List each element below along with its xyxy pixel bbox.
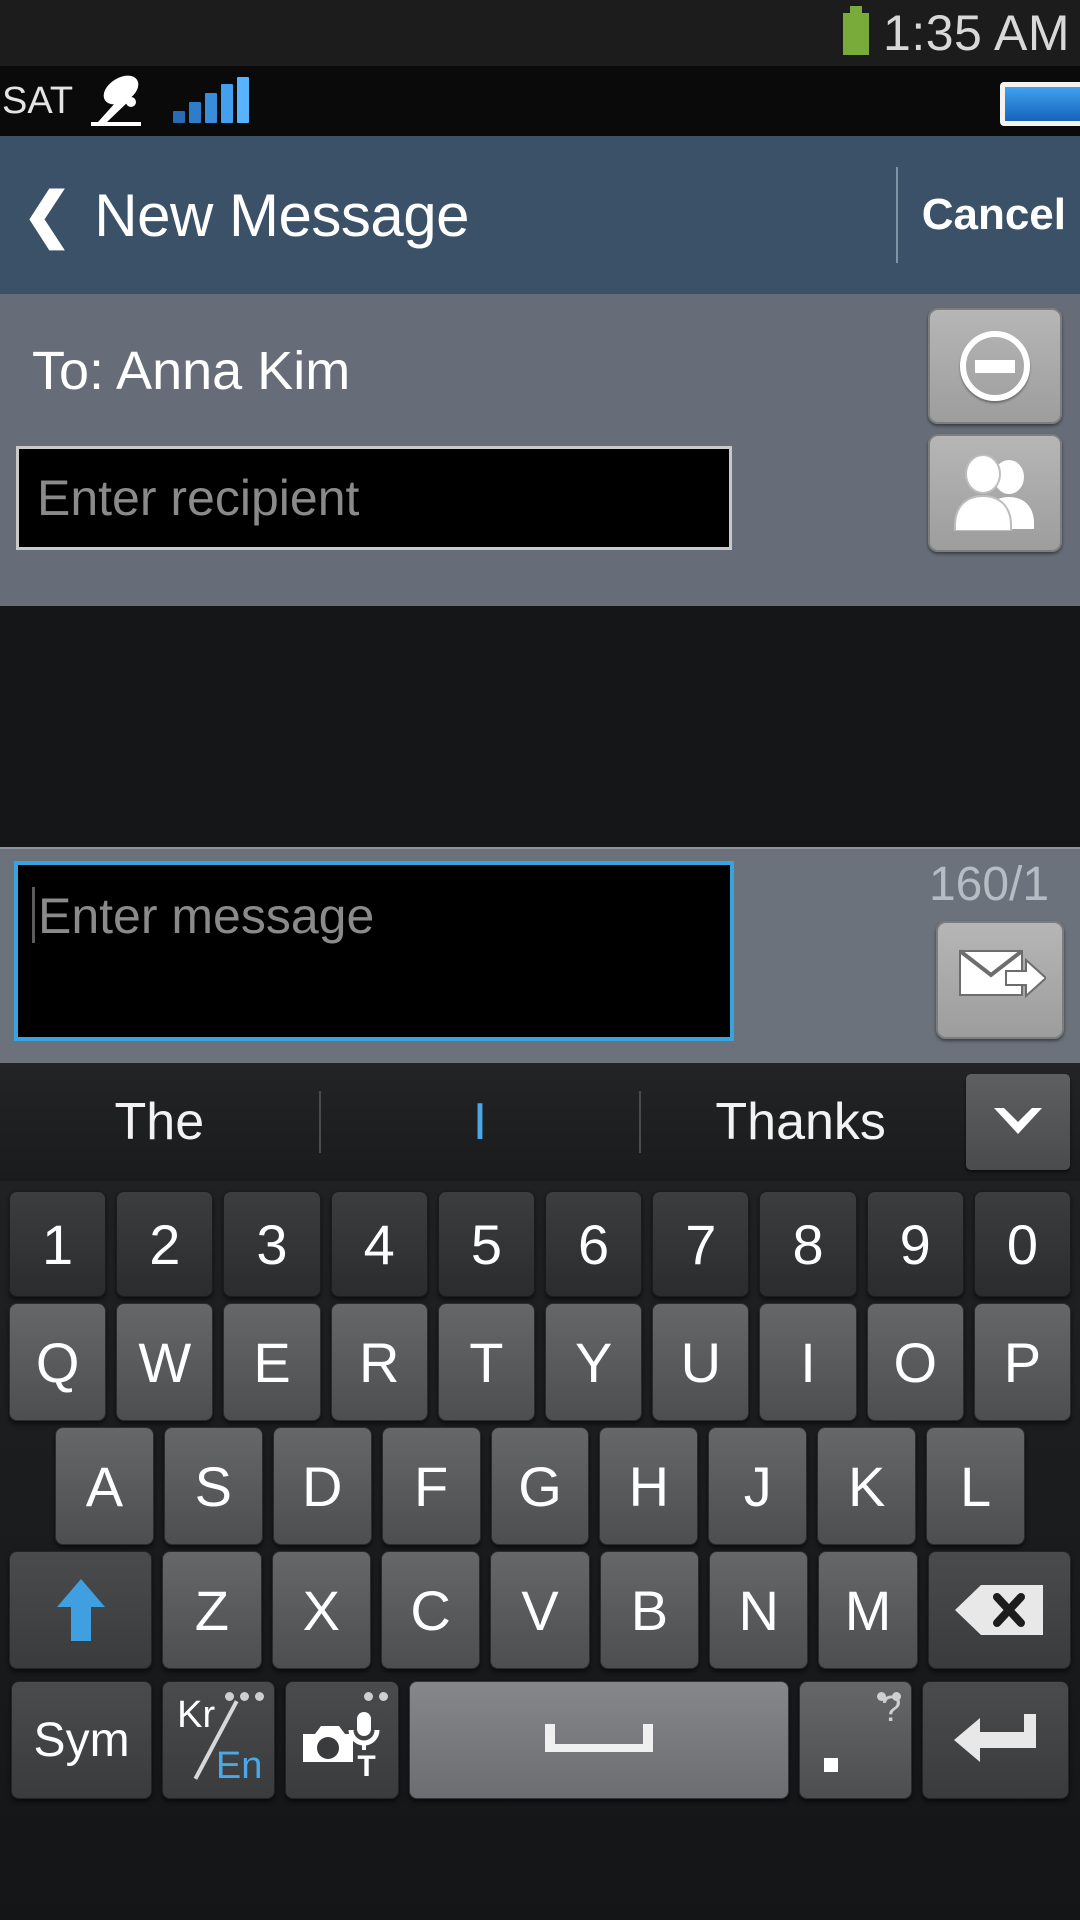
shift-arrow-up-icon[interactable]	[9, 1551, 153, 1669]
backspace-delete-icon[interactable]	[927, 1551, 1071, 1669]
lang-kr-label: Kr	[177, 1694, 216, 1736]
phone-screen: 1:35 AM SAT ❮ New Message Cancel To: Ann…	[0, 0, 1080, 1920]
cancel-button[interactable]: Cancel	[898, 190, 1080, 240]
keyboard-row-bottom: Z X C V B N M	[0, 1545, 1080, 1669]
period-hint-label: ?	[881, 1688, 902, 1729]
key-v[interactable]: V	[490, 1551, 590, 1669]
carrier-label: SAT	[2, 79, 74, 122]
camera-t-label: T	[357, 1750, 376, 1783]
send-envelope-icon	[954, 941, 1048, 1020]
key-o[interactable]: O	[866, 1303, 964, 1421]
enter-return-icon[interactable]	[922, 1681, 1069, 1799]
signal-bars-icon	[173, 77, 253, 123]
key-s[interactable]: S	[163, 1427, 263, 1545]
status-clock: 1:35 AM	[883, 5, 1070, 61]
key-m[interactable]: M	[818, 1551, 918, 1669]
key-5[interactable]: 5	[437, 1191, 536, 1297]
status-bar-clock-row: 1:35 AM	[0, 0, 1080, 66]
open-contacts-button[interactable]	[928, 434, 1062, 552]
key-l[interactable]: L	[926, 1427, 1026, 1545]
key-2[interactable]: 2	[116, 1191, 214, 1297]
satellite-dish-icon	[85, 72, 147, 131]
suggestion-item-1[interactable]: I	[321, 1063, 640, 1181]
battery-blue-icon	[1000, 82, 1080, 126]
battery-green-icon	[843, 6, 870, 55]
key-4[interactable]: 4	[330, 1191, 428, 1297]
key-3[interactable]: 3	[223, 1191, 321, 1297]
lang-dots-icon	[225, 1692, 265, 1701]
keyboard-row-top: Q W E R T Y U I O P	[0, 1297, 1080, 1421]
key-1[interactable]: 1	[9, 1191, 107, 1297]
message-thread-area	[0, 606, 1080, 847]
key-w[interactable]: W	[116, 1303, 214, 1421]
key-h[interactable]: H	[599, 1427, 699, 1545]
header-right-group: Cancel	[895, 136, 1080, 294]
on-screen-keyboard: 1 2 3 4 5 6 7 8 9 0 Q W E R T Y U I O P …	[0, 1181, 1080, 1920]
key-7[interactable]: 7	[652, 1191, 750, 1297]
key-b[interactable]: B	[599, 1551, 700, 1669]
camera-voice-input-icon[interactable]: T	[285, 1681, 399, 1799]
message-input[interactable]: Enter message	[14, 861, 734, 1041]
send-message-button[interactable]	[936, 921, 1064, 1039]
language-toggle-key[interactable]: Kr En	[162, 1681, 276, 1799]
key-y[interactable]: Y	[545, 1303, 643, 1421]
key-n[interactable]: N	[709, 1551, 809, 1669]
key-a[interactable]: A	[55, 1427, 154, 1545]
key-e[interactable]: E	[223, 1303, 321, 1421]
app-header: ❮ New Message Cancel	[0, 136, 1080, 294]
key-d[interactable]: D	[272, 1427, 372, 1545]
lang-en-label: En	[215, 1745, 263, 1787]
recipient-input[interactable]: Enter recipient	[16, 446, 732, 550]
camera-dots-icon	[363, 1692, 388, 1701]
back-chevron-icon[interactable]: ❮	[22, 185, 72, 245]
period-key[interactable]: ?	[799, 1681, 913, 1799]
recipient-input-placeholder: Enter recipient	[37, 470, 360, 526]
key-t[interactable]: T	[437, 1303, 536, 1421]
key-u[interactable]: U	[652, 1303, 750, 1421]
chevron-down-icon[interactable]	[966, 1074, 1071, 1170]
header-divider	[895, 167, 898, 263]
suggestion-strip: The I Thanks	[0, 1063, 1080, 1181]
keyboard-row-function: Sym Kr En T ?	[0, 1669, 1080, 1809]
sym-key[interactable]: Sym	[11, 1681, 153, 1799]
text-caret	[32, 887, 35, 943]
recipient-panel: To: Anna Kim Enter recipient	[0, 294, 1080, 606]
keyboard-row-numbers: 1 2 3 4 5 6 7 8 9 0	[0, 1181, 1080, 1297]
key-j[interactable]: J	[708, 1427, 808, 1545]
key-f[interactable]: F	[381, 1427, 481, 1545]
suggestion-item-0[interactable]: The	[0, 1063, 319, 1181]
contacts-people-icon	[949, 451, 1041, 536]
minus-circle-icon	[960, 331, 1030, 401]
key-z[interactable]: Z	[162, 1551, 262, 1669]
suggestion-item-2[interactable]: Thanks	[641, 1063, 960, 1181]
key-c[interactable]: C	[380, 1551, 481, 1669]
key-k[interactable]: K	[817, 1427, 917, 1545]
character-counter: 160/1	[928, 858, 1050, 911]
message-input-placeholder: Enter message	[38, 888, 375, 944]
keyboard-row-home: A S D F G H J K L	[0, 1421, 1080, 1545]
key-g[interactable]: G	[490, 1427, 590, 1545]
key-p[interactable]: P	[973, 1303, 1072, 1421]
remove-recipient-button[interactable]	[928, 308, 1062, 424]
recipient-chip-label[interactable]: To: Anna Kim	[32, 340, 350, 402]
key-6[interactable]: 6	[545, 1191, 643, 1297]
status-bar-icons-row: SAT	[0, 66, 1080, 136]
key-8[interactable]: 8	[759, 1191, 857, 1297]
page-title: New Message	[94, 181, 469, 249]
key-9[interactable]: 9	[866, 1191, 964, 1297]
key-r[interactable]: R	[330, 1303, 428, 1421]
key-0[interactable]: 0	[973, 1191, 1072, 1297]
key-x[interactable]: X	[271, 1551, 371, 1669]
period-dot-glyph	[824, 1758, 839, 1772]
compose-bar: Enter message 160/1	[0, 847, 1080, 1063]
space-bar-icon[interactable]	[408, 1681, 790, 1799]
key-q[interactable]: Q	[9, 1303, 107, 1421]
key-i[interactable]: I	[759, 1303, 857, 1421]
